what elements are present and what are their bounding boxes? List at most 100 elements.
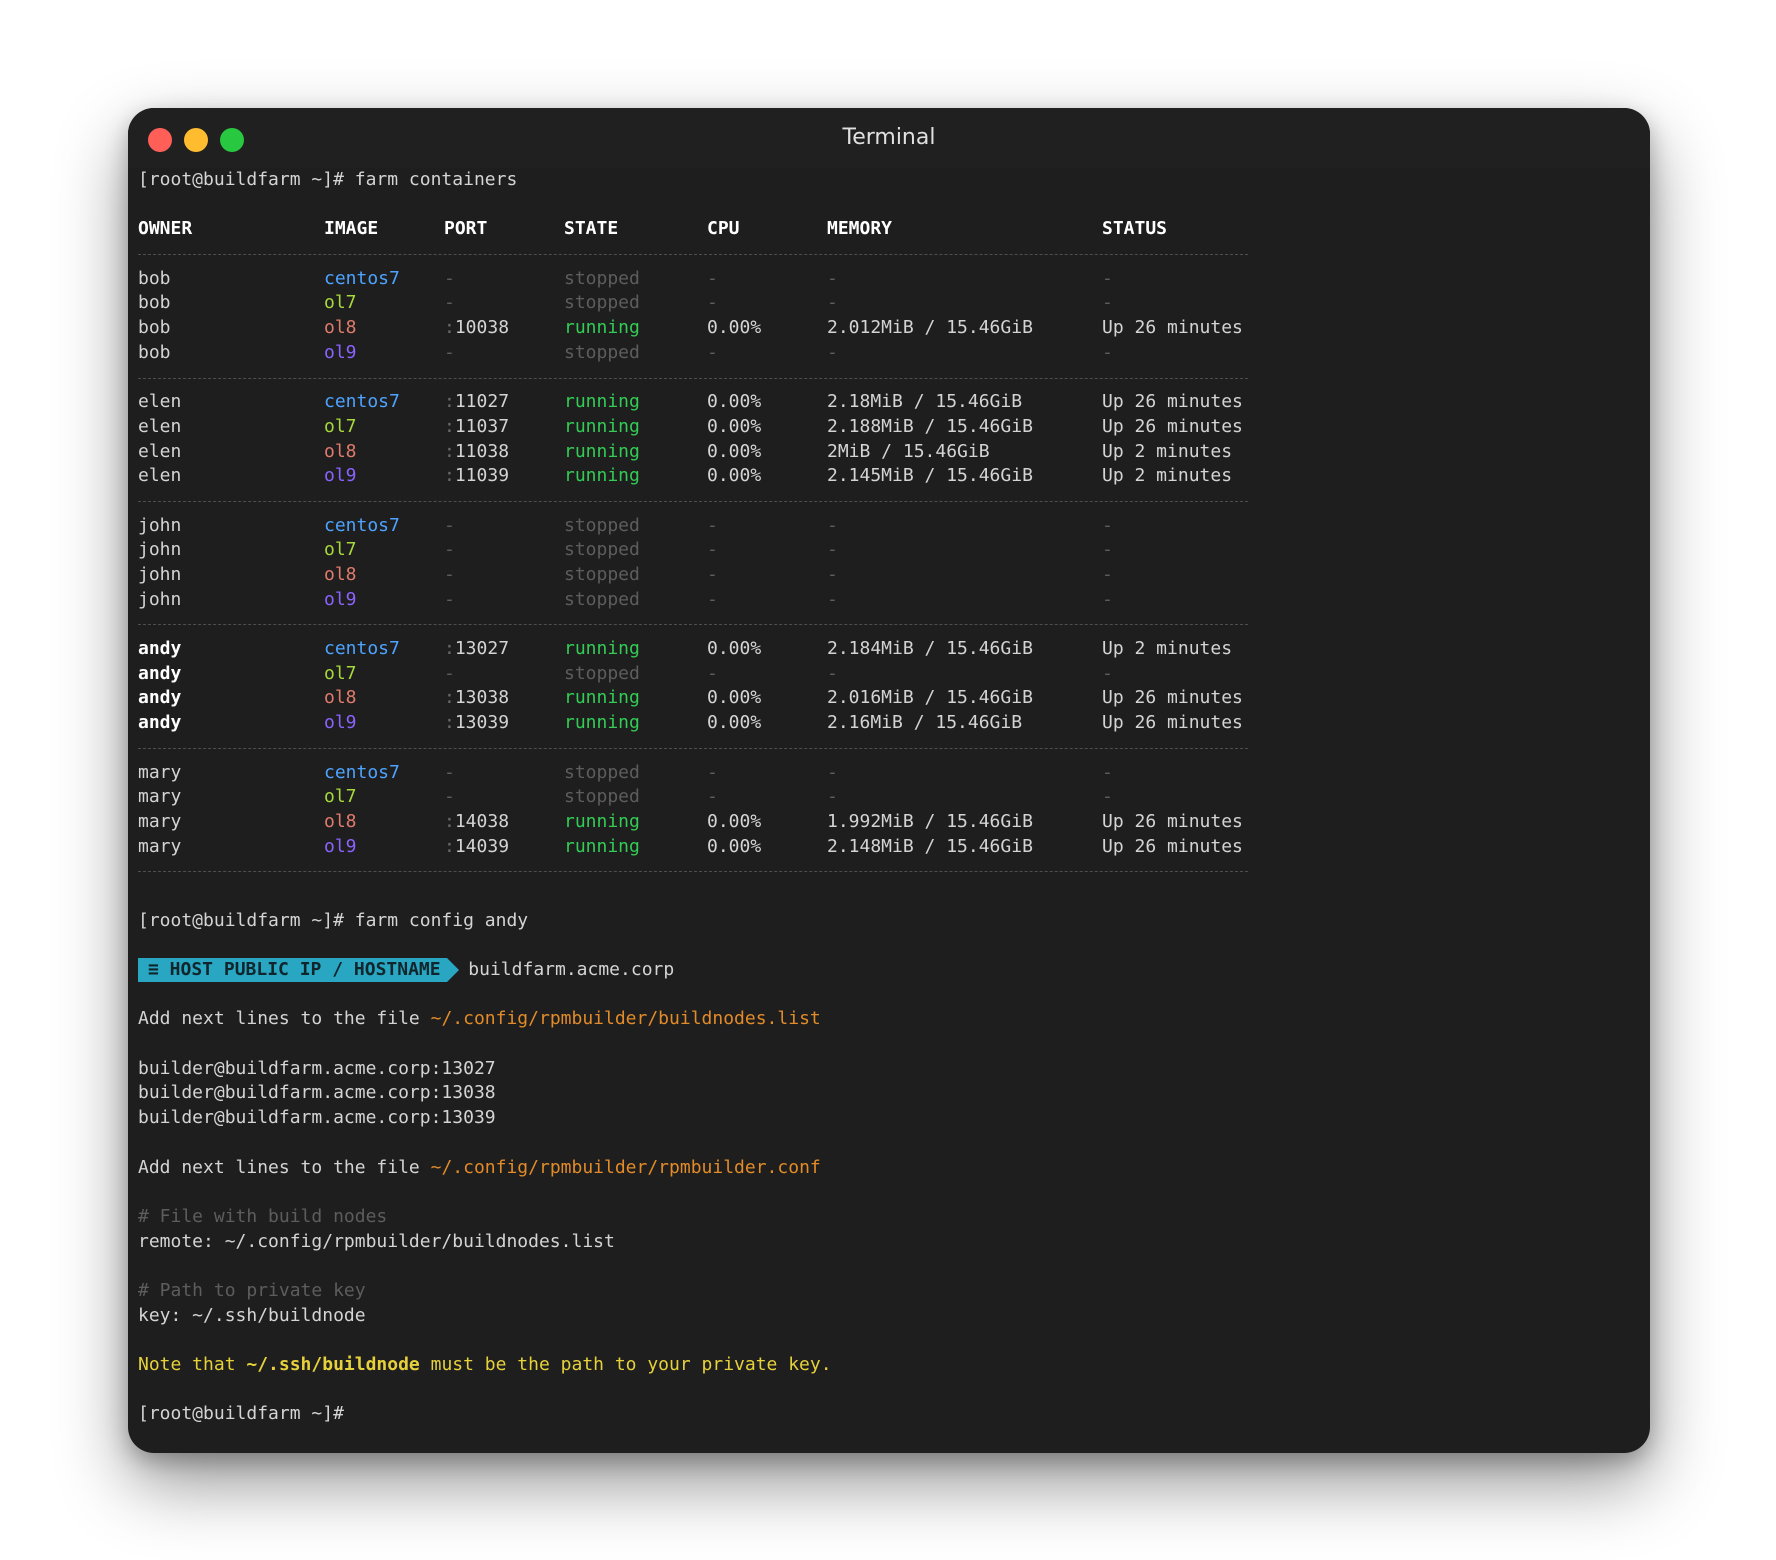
table-row: john ol8 - stopped - - - — [138, 563, 1650, 588]
host-badge: ≡ HOST PUBLIC IP / HOSTNAME — [138, 958, 459, 982]
command-line: [root@buildfarm ~]# farm config andy — [138, 909, 529, 931]
port-number: 11027 — [454, 391, 510, 413]
port-number: 13027 — [454, 638, 510, 660]
cell-status: - — [1102, 786, 1113, 808]
header-owner: OWNER — [138, 218, 193, 240]
cell-memory: - — [827, 514, 838, 536]
cell-memory: - — [827, 341, 838, 363]
port-colon: : — [444, 415, 455, 437]
cell-port: :11039 — [444, 464, 509, 489]
cell-image: ol8 — [324, 440, 357, 462]
cell-state: running — [564, 465, 640, 487]
comment-line: # Path to private key — [138, 1279, 366, 1301]
cell-memory: - — [827, 267, 838, 289]
port-number: 13039 — [454, 712, 510, 734]
instruction-text: Add next lines to the file — [138, 1008, 431, 1030]
cell-owner: elen — [138, 465, 182, 487]
table-row: bob ol7 - stopped - - - — [138, 291, 1650, 316]
cell-owner: mary — [138, 810, 182, 832]
cell-memory: - — [827, 761, 838, 783]
cell-image: ol9 — [324, 712, 357, 734]
cell-memory: 2.148MiB / 15.46GiB — [827, 835, 1033, 857]
cell-owner: elen — [138, 391, 182, 413]
header-cpu: CPU — [707, 218, 740, 240]
cell-state: stopped — [564, 514, 640, 536]
table-row: mary ol8:14038 running 0.00% 1.992MiB / 15.4… — [138, 810, 1650, 835]
cell-port: :10038 — [444, 316, 509, 341]
cell-cpu: - — [707, 341, 718, 363]
cell-image: ol7 — [324, 662, 357, 684]
cell-port: :13027 — [444, 637, 509, 662]
cell-state: running — [564, 835, 640, 857]
cell-state: running — [564, 687, 640, 709]
cell-image: ol8 — [324, 317, 357, 339]
cell-memory: - — [827, 662, 838, 684]
cell-state: stopped — [564, 588, 640, 610]
title-bar: Terminal — [128, 108, 1650, 168]
cell-state: stopped — [564, 761, 640, 783]
cell-status: - — [1102, 514, 1113, 536]
cell-owner: john — [138, 514, 182, 536]
cell-port: :14039 — [444, 835, 509, 860]
cell-image: ol8 — [324, 687, 357, 709]
cell-memory: 1.992MiB / 15.46GiB — [827, 810, 1033, 832]
port-number: 11038 — [454, 440, 510, 462]
cell-port: - — [444, 564, 455, 585]
table-row: john centos7 - stopped - - - — [138, 514, 1650, 539]
table-row: andy ol7 - stopped - - - — [138, 662, 1650, 687]
comment-line: # File with build nodes — [138, 1205, 388, 1227]
cell-status: - — [1102, 267, 1113, 289]
cell-memory: - — [827, 588, 838, 610]
note-line: Note that ~/.ssh/buildnode must be the p… — [138, 1353, 1650, 1378]
window-title: Terminal — [842, 125, 936, 150]
nodes-file-path: ~/.config/rpmbuilder/buildnodes.list — [430, 1008, 821, 1030]
port-colon: : — [444, 317, 455, 339]
cell-memory: 2.016MiB / 15.46GiB — [827, 687, 1033, 709]
cell-port: - — [444, 539, 455, 561]
prompt-line: [root@buildfarm ~]# — [138, 1403, 344, 1425]
cell-status: - — [1102, 761, 1113, 783]
table-row: john ol9 - stopped - - - — [138, 588, 1650, 613]
cell-owner: elen — [138, 440, 182, 462]
note-suffix: must be the path to your private key. — [419, 1354, 832, 1375]
cell-image: ol9 — [324, 465, 357, 487]
cell-owner: bob — [138, 267, 171, 289]
cell-cpu: - — [707, 267, 718, 289]
cell-port: :11027 — [444, 390, 509, 415]
cell-state: running — [564, 440, 640, 462]
cell-port: :11038 — [444, 440, 509, 465]
cell-state: running — [564, 317, 640, 339]
cell-image: centos7 — [324, 638, 400, 660]
table-separator — [138, 612, 1650, 637]
cell-image: centos7 — [324, 514, 400, 536]
cell-cpu: 0.00% — [707, 391, 762, 413]
cell-status: - — [1102, 588, 1113, 610]
cell-port: :13038 — [444, 686, 509, 711]
terminal-output[interactable]: [root@buildfarm ~]# farm containers OWNE… — [138, 168, 1650, 1427]
cell-port: - — [444, 786, 455, 808]
cell-status: Up 26 minutes — [1102, 687, 1243, 709]
header-image: IMAGE — [324, 218, 379, 240]
cell-port: - — [444, 514, 455, 536]
cell-state: stopped — [564, 267, 640, 289]
cell-state: stopped — [564, 341, 640, 363]
hostname-value: buildfarm.acme.corp — [468, 959, 675, 980]
cell-memory: 2.18MiB / 15.46GiB — [827, 391, 1023, 413]
conf-file-path: ~/.config/rpmbuilder/rpmbuilder.conf — [430, 1156, 821, 1178]
cell-status: Up 26 minutes — [1102, 810, 1243, 832]
note-path: ~/.ssh/buildnode — [246, 1354, 420, 1375]
cell-port: :13039 — [444, 711, 509, 736]
node-line: builder@buildfarm.acme.corp:13039 — [138, 1107, 496, 1129]
cell-status: Up 2 minutes — [1102, 638, 1233, 660]
cell-status: - — [1102, 292, 1113, 314]
cell-port: - — [444, 588, 455, 610]
cell-port: - — [444, 761, 455, 783]
cell-memory: 2MiB / 15.46GiB — [827, 440, 990, 462]
cell-cpu: 0.00% — [707, 317, 762, 339]
